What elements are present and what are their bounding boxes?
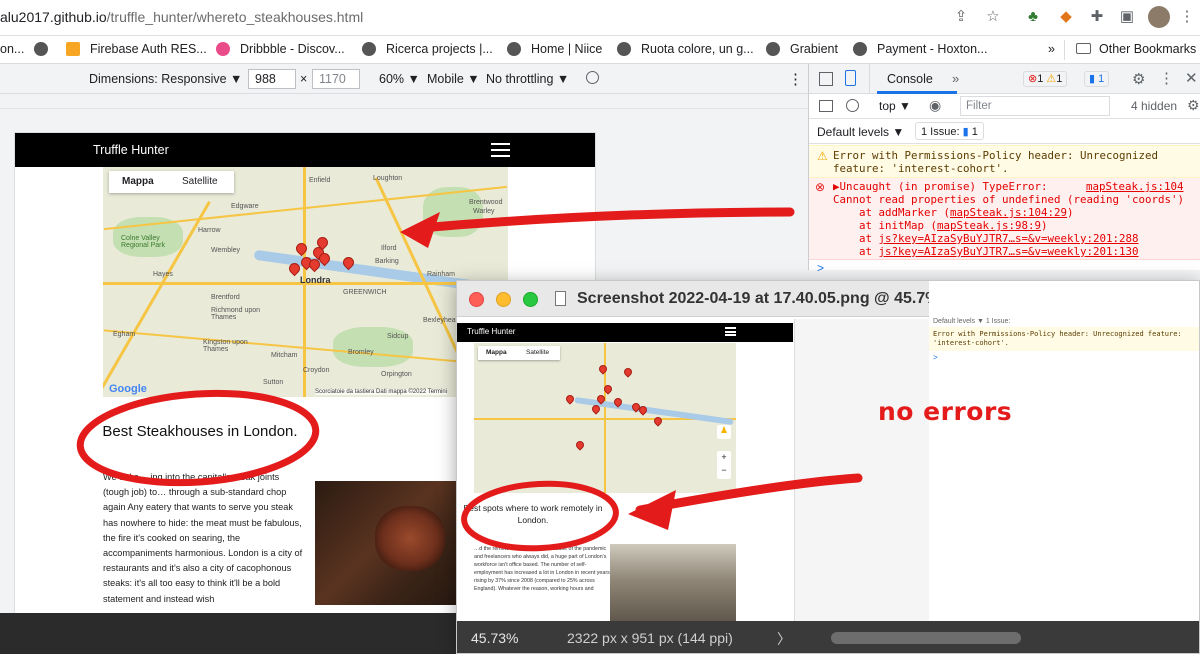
circle-around-heading [76, 389, 320, 487]
circle-around-mini-heading [461, 480, 619, 552]
arrow-to-map [415, 207, 795, 233]
annotation-overlay [76, 207, 863, 552]
annotation-no-errors: no errors [878, 397, 1013, 426]
arrow-to-map-head [400, 212, 440, 248]
arrow-to-mini-heading-head [628, 490, 676, 530]
